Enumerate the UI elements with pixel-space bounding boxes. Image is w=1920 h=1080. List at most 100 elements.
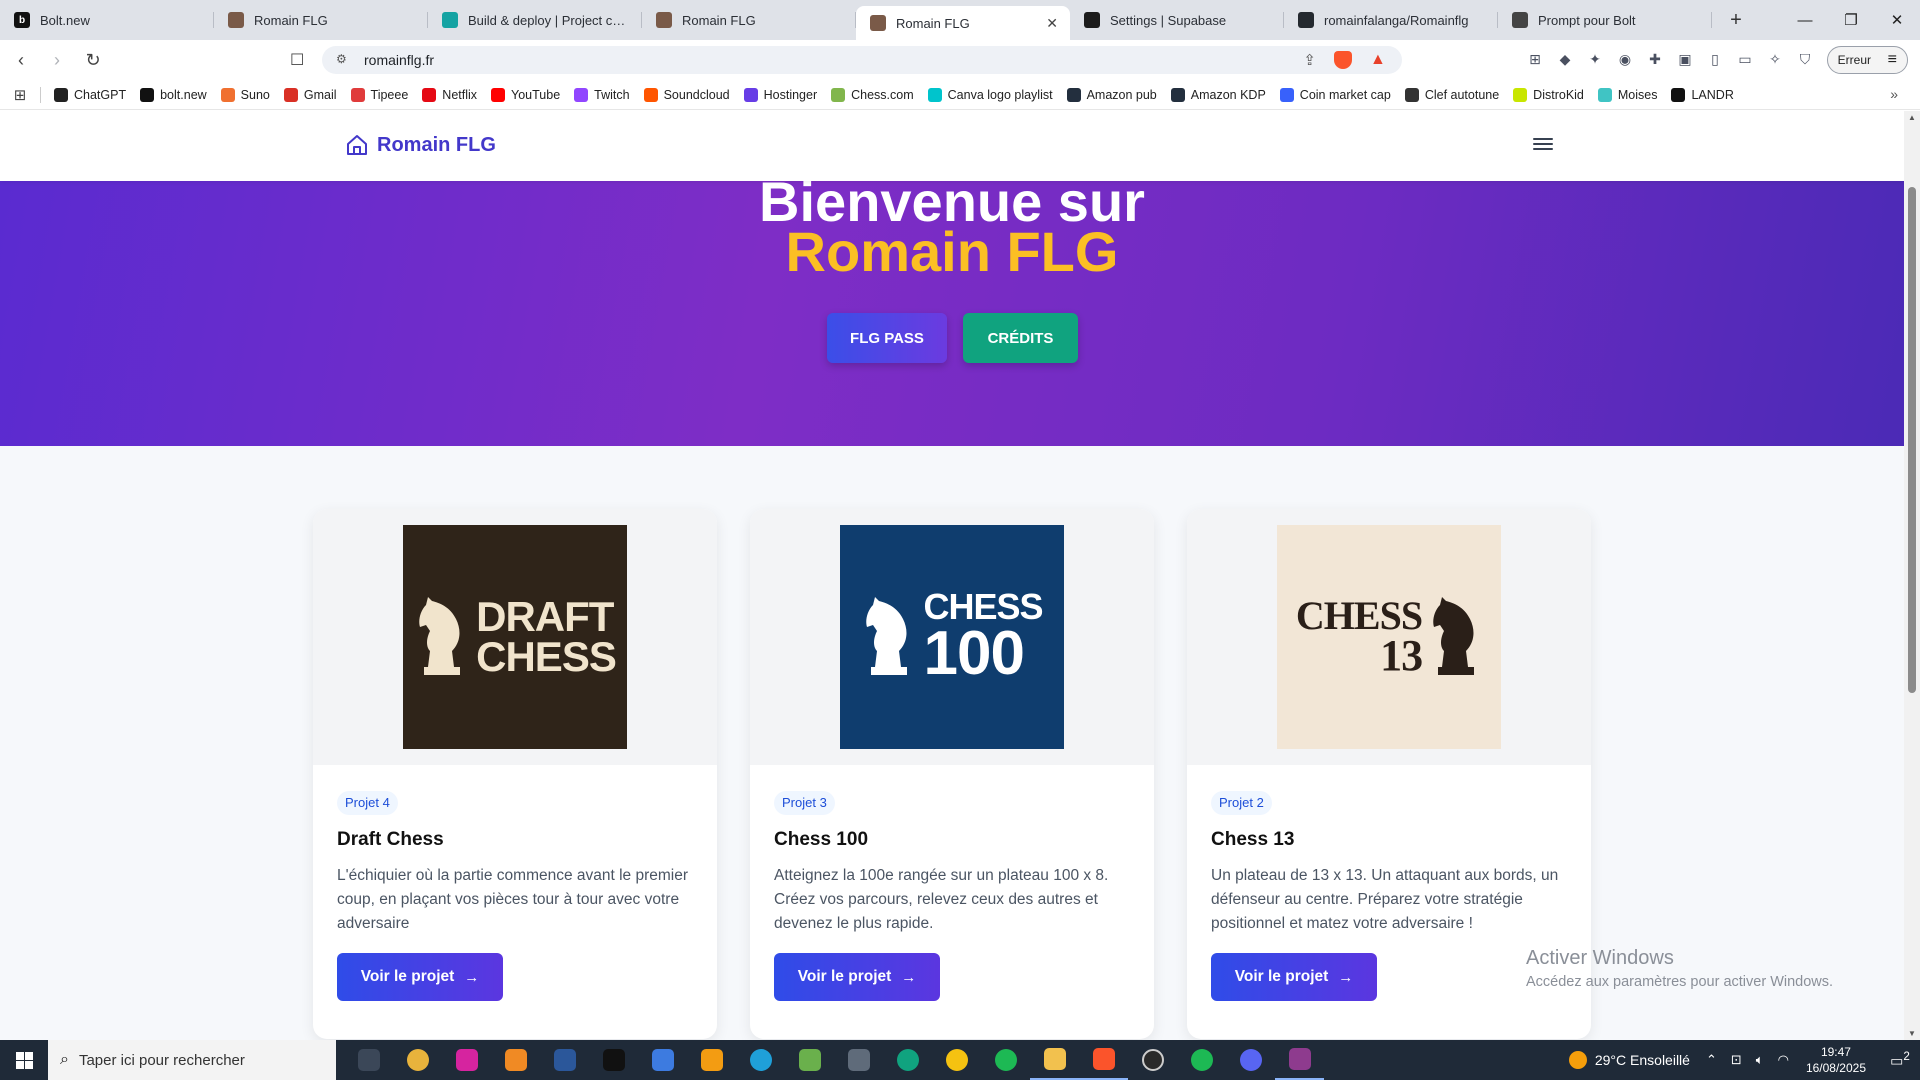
chatgpt-icon[interactable] xyxy=(883,1040,932,1080)
translate-icon[interactable]: ⊞ xyxy=(1524,48,1546,70)
metamask-icon[interactable]: ✦ xyxy=(1584,48,1606,70)
tab-label[interactable]: Romain FLG xyxy=(896,16,970,31)
sidebar-icon[interactable]: ▯ xyxy=(1704,48,1726,70)
clock[interactable]: 19:47 16/08/2025 xyxy=(1806,1044,1866,1076)
bookmark-item[interactable]: Canva logo playlist xyxy=(921,87,1060,102)
bookmark-item[interactable]: Netflix xyxy=(415,87,484,102)
bookmark-label[interactable]: LANDR xyxy=(1691,88,1733,102)
notion-icon[interactable] xyxy=(638,1040,687,1080)
bookmark-label[interactable]: Netflix xyxy=(442,88,477,102)
bookmark-item[interactable]: Amazon KDP xyxy=(1164,87,1273,102)
bookmark-label[interactable]: Twitch xyxy=(594,88,629,102)
bookmark-label[interactable]: Amazon KDP xyxy=(1191,88,1266,102)
brave-icon[interactable] xyxy=(1079,1040,1128,1080)
start-button[interactable] xyxy=(0,1040,48,1080)
terminal-icon[interactable] xyxy=(589,1040,638,1080)
wifi-icon[interactable]: ◠ xyxy=(1778,1052,1789,1068)
bookmark-label[interactable]: ChatGPT xyxy=(74,88,126,102)
volume-icon[interactable]: 🔈︎ xyxy=(1756,1052,1764,1068)
bookmark-item[interactable]: LANDR xyxy=(1664,87,1740,102)
tab-label[interactable]: romainfalanga/Romainflg xyxy=(1324,13,1469,28)
taskbar-search[interactable]: ⌕ Taper ici pour rechercher xyxy=(48,1040,336,1080)
bookmark-item[interactable]: Amazon pub xyxy=(1060,87,1164,102)
reload-icon[interactable]: ↻ xyxy=(78,45,108,75)
bookmark-label[interactable]: Gmail xyxy=(304,88,337,102)
bookmark-item[interactable]: Chess.com xyxy=(824,87,921,102)
tab-label[interactable]: Romain FLG xyxy=(254,13,328,28)
browser-tab[interactable]: Romain FLG ✕ xyxy=(856,6,1070,40)
bookmark-label[interactable]: Suno xyxy=(241,88,270,102)
winrar-icon[interactable] xyxy=(1275,1040,1324,1080)
bookmark-label[interactable]: Tipeee xyxy=(371,88,409,102)
credits-button[interactable]: CRÉDITS xyxy=(963,313,1078,363)
browser-tab[interactable]: Romain FLG xyxy=(642,0,856,40)
brand-link[interactable]: Romain FLG xyxy=(345,133,496,157)
bookmark-item[interactable]: Moises xyxy=(1591,87,1665,102)
discord-icon[interactable] xyxy=(1226,1040,1275,1080)
forward-icon[interactable]: › xyxy=(42,45,72,75)
search-placeholder[interactable]: Taper ici pour rechercher xyxy=(79,1052,245,1069)
page-scrollbar[interactable]: ▲ ▼ xyxy=(1904,111,1920,1040)
close-tab-icon[interactable]: ✕ xyxy=(1046,15,1058,32)
bookmark-item[interactable]: Coin market cap xyxy=(1273,87,1398,102)
bookmark-label[interactable]: Hostinger xyxy=(764,88,818,102)
sublime-icon[interactable] xyxy=(687,1040,736,1080)
weather-icon[interactable] xyxy=(1568,1051,1587,1069)
browser-tab[interactable]: Settings | Supabase xyxy=(1070,0,1284,40)
photos-icon[interactable] xyxy=(785,1040,834,1080)
tab-label[interactable]: Prompt pour Bolt xyxy=(1538,13,1636,28)
spotify-icon[interactable] xyxy=(981,1040,1030,1080)
bookmark-label[interactable]: Clef autotune xyxy=(1425,88,1499,102)
extension-icon[interactable]: ▣ xyxy=(1674,48,1696,70)
url-text[interactable]: romainflg.fr xyxy=(364,52,434,68)
tab-label[interactable]: Settings | Supabase xyxy=(1110,13,1226,28)
bookmark-item[interactable]: Twitch xyxy=(567,87,636,102)
view-project-button[interactable]: Voir le projet → xyxy=(774,953,940,1001)
bookmark-item[interactable]: DistroKid xyxy=(1506,87,1591,102)
leo-icon[interactable]: ✧ xyxy=(1764,48,1786,70)
weather-text[interactable]: 29°C Ensoleillé xyxy=(1595,1052,1690,1068)
chevron-up-icon[interactable]: ⌃ xyxy=(1706,1052,1717,1068)
bookmark-item[interactable]: YouTube xyxy=(484,87,567,102)
tab-label[interactable]: Bolt.new xyxy=(40,13,90,28)
bookmark-label[interactable]: Moises xyxy=(1618,88,1658,102)
menu-icon[interactable] xyxy=(1533,135,1553,155)
extension-icon[interactable]: ◉ xyxy=(1614,48,1636,70)
tab-label[interactable]: Romain FLG xyxy=(682,13,756,28)
view-project-button[interactable]: Voir le projet → xyxy=(1211,953,1377,1001)
apps-icon[interactable]: ⊞ xyxy=(0,86,40,104)
bookmark-label[interactable]: Canva logo playlist xyxy=(948,88,1053,102)
scrollbar-thumb[interactable] xyxy=(1908,187,1916,693)
close-window-icon[interactable]: ✕ xyxy=(1874,0,1920,40)
bookmark-label[interactable]: Soundcloud xyxy=(664,88,730,102)
wallet-icon[interactable]: ▭ xyxy=(1734,48,1756,70)
notifications-icon[interactable]: ▭2 xyxy=(1880,1050,1920,1070)
flg-pass-button[interactable]: FLG PASS xyxy=(827,313,947,363)
puzzle-icon[interactable]: ✚ xyxy=(1644,48,1666,70)
spotify-icon[interactable] xyxy=(1177,1040,1226,1080)
browser-tab[interactable]: romainfalanga/Romainflg xyxy=(1284,0,1498,40)
brand-name[interactable]: Romain FLG xyxy=(377,134,496,157)
view-project-label[interactable]: Voir le projet xyxy=(1235,968,1329,986)
new-tab-button[interactable]: + xyxy=(1716,9,1756,32)
restore-icon[interactable]: ❐ xyxy=(1828,0,1874,40)
instagram-icon[interactable] xyxy=(442,1040,491,1080)
minimize-icon[interactable]: — xyxy=(1782,0,1828,40)
more-bookmarks-icon[interactable]: » xyxy=(1890,86,1898,102)
scroll-up-icon[interactable]: ▲ xyxy=(1908,113,1916,122)
view-project-label[interactable]: Voir le projet xyxy=(798,968,892,986)
file-explorer-icon[interactable] xyxy=(1030,1040,1079,1080)
vpn-icon[interactable]: ⛉ xyxy=(1794,48,1816,70)
bookmark-label[interactable]: YouTube xyxy=(511,88,560,102)
bookmark-item[interactable]: Suno xyxy=(214,87,277,102)
bookmark-page-icon[interactable]: ☐ xyxy=(290,50,304,70)
browser-tab[interactable]: Prompt pour Bolt xyxy=(1498,0,1712,40)
brave-shields-icon[interactable] xyxy=(1334,51,1352,69)
bookmark-item[interactable]: Hostinger xyxy=(737,87,825,102)
bookmark-item[interactable]: ChatGPT xyxy=(47,87,133,102)
edge-icon[interactable] xyxy=(736,1040,785,1080)
scroll-down-icon[interactable]: ▼ xyxy=(1908,1029,1916,1038)
back-icon[interactable]: ‹ xyxy=(6,45,36,75)
calculator-icon[interactable] xyxy=(834,1040,883,1080)
url-field[interactable]: ⚙ romainflg.fr ⇪ ▲ xyxy=(322,46,1402,74)
